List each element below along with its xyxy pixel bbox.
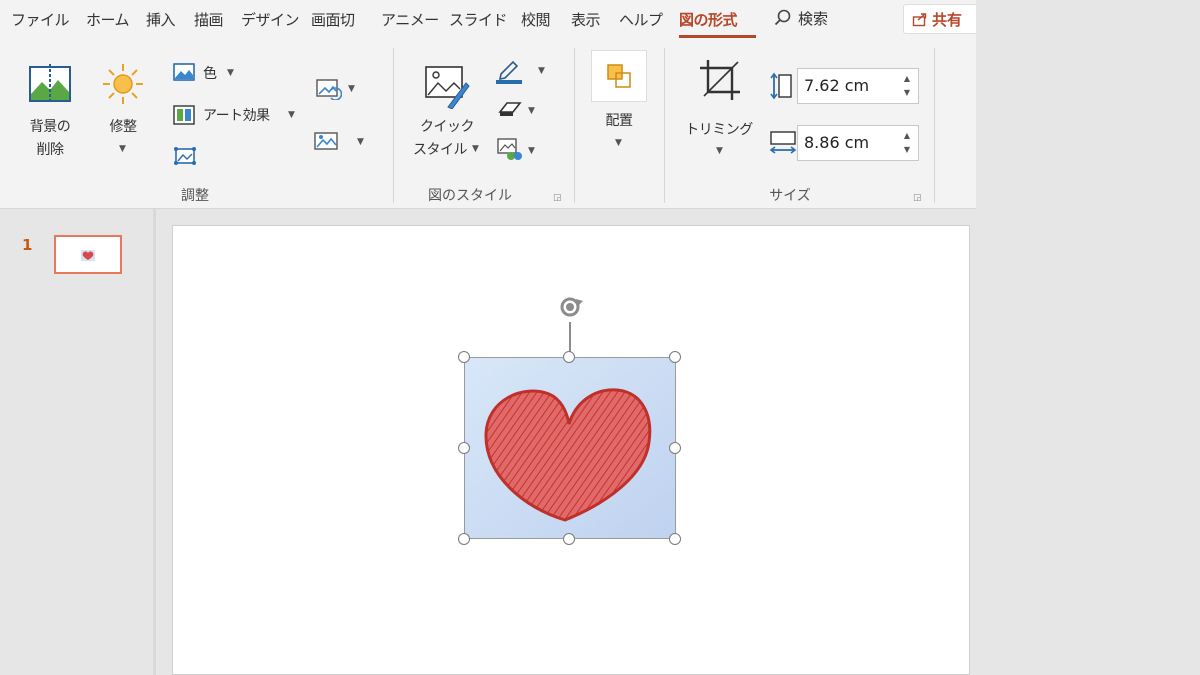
quick-styles-label-2: スタイル	[413, 142, 468, 158]
tab-draw[interactable]: 描画	[194, 9, 224, 30]
powerpoint-window: ファイル ホーム 挿入 描画 デザイン 画面切 アニメー スライド 校閲 表示 …	[0, 0, 983, 675]
slide-thumbnail-panel	[0, 209, 152, 675]
height-field[interactable]: 7.62 cm ▲ ▼	[797, 68, 919, 104]
change-picture-icon[interactable]	[316, 78, 342, 100]
resize-handle-left[interactable]	[458, 442, 470, 454]
resize-handle-bottom-right[interactable]	[669, 533, 681, 545]
dialog-launcher-icon[interactable]: ◲	[913, 193, 922, 203]
quick-styles-icon	[425, 66, 470, 109]
share-label: 共有	[932, 11, 963, 29]
tab-picture-format[interactable]: 図の形式	[679, 9, 738, 30]
heart-thumbnail-icon	[81, 250, 95, 261]
chevron-down-icon: ▼	[615, 138, 622, 148]
quick-styles-label-1: クイック	[420, 119, 475, 135]
height-value: 7.62 cm	[804, 76, 870, 95]
dialog-launcher-icon[interactable]: ◲	[553, 193, 562, 203]
chevron-down-icon[interactable]: ▼	[357, 137, 364, 147]
search-label: 検索	[798, 10, 829, 28]
remove-background-label-2: 削除	[36, 142, 65, 158]
tab-slideshow[interactable]: スライド	[449, 9, 508, 30]
spin-down-icon[interactable]: ▼	[904, 145, 910, 154]
selected-picture[interactable]	[464, 357, 676, 539]
tab-home[interactable]: ホーム	[86, 9, 130, 30]
spin-down-icon[interactable]: ▼	[904, 88, 910, 97]
chevron-down-icon[interactable]: ▼	[348, 84, 355, 94]
picture-color-icon	[173, 63, 195, 81]
width-field[interactable]: 8.86 cm ▲ ▼	[797, 125, 919, 161]
chevron-down-icon: ▼	[288, 110, 295, 120]
group-separator	[393, 48, 394, 203]
crop-label: トリミング	[685, 122, 753, 138]
resize-handle-right[interactable]	[669, 442, 681, 454]
share-icon	[912, 13, 927, 27]
reset-picture-icon[interactable]	[314, 130, 340, 152]
tab-help[interactable]: ヘルプ	[619, 9, 663, 30]
group-label-adjust: 調整	[181, 188, 209, 204]
tab-design[interactable]: デザイン	[241, 9, 300, 30]
spin-up-icon[interactable]: ▲	[904, 131, 910, 140]
slide-thumbnail[interactable]	[54, 235, 122, 274]
chevron-down-icon[interactable]: ▼	[538, 66, 545, 76]
artistic-effects-icon	[173, 105, 195, 125]
panel-splitter[interactable]	[153, 209, 156, 675]
search-icon	[774, 9, 791, 26]
tab-view[interactable]: 表示	[571, 9, 601, 30]
tab-review[interactable]: 校閲	[521, 9, 551, 30]
rotate-icon[interactable]	[556, 292, 586, 322]
resize-handle-bottom[interactable]	[563, 533, 575, 545]
transparency-icon[interactable]	[173, 146, 197, 166]
resize-handle-bottom-left[interactable]	[458, 533, 470, 545]
picture-border-icon[interactable]	[495, 58, 523, 84]
chevron-down-icon: ▼	[227, 68, 234, 78]
chevron-down-icon: ▼	[472, 144, 479, 154]
resize-handle-top-right[interactable]	[669, 351, 681, 363]
heart-drawing	[465, 358, 675, 538]
remove-background-label-1: 背景の	[29, 119, 71, 135]
tab-file[interactable]: ファイル	[11, 9, 70, 30]
crop-icon	[700, 60, 740, 100]
group-separator	[664, 48, 665, 203]
ribbon-tab-bar: ファイル ホーム 挿入 描画 デザイン 画面切 アニメー スライド 校閲 表示 …	[0, 0, 983, 40]
chevron-down-icon[interactable]: ▼	[528, 146, 535, 156]
search-box[interactable]: 検索	[774, 8, 828, 29]
arrange-label: 配置	[605, 113, 634, 129]
height-icon	[770, 72, 792, 100]
resize-handle-top-left[interactable]	[458, 351, 470, 363]
group-separator	[934, 48, 935, 203]
picture-effects-icon[interactable]	[497, 98, 523, 120]
share-button[interactable]: 共有	[903, 4, 983, 34]
remove-background-icon	[29, 64, 71, 104]
active-tab-underline	[679, 35, 756, 38]
chevron-down-icon[interactable]: ▼	[528, 106, 535, 116]
tab-animations[interactable]: アニメー	[381, 9, 439, 30]
group-label-picture-styles: 図のスタイル	[428, 188, 512, 204]
corrections-label: 修整	[109, 119, 138, 135]
arrange-icon	[607, 64, 631, 88]
artistic-effects-label: アート効果	[203, 108, 270, 124]
color-label: 色	[203, 66, 217, 82]
resize-handle-top[interactable]	[563, 351, 575, 363]
tab-transitions[interactable]: 画面切	[311, 9, 355, 30]
group-separator	[574, 48, 575, 203]
group-label-size: サイズ	[769, 188, 811, 204]
background-padding	[976, 0, 1200, 675]
chevron-down-icon: ▼	[119, 144, 126, 154]
sun-icon	[103, 64, 143, 104]
ribbon: 背景の 削除 修整 ▼ 色 ▼ アート効果 ▼ ▼ ▼ 調整 クイック スタイル…	[0, 40, 976, 209]
width-value: 8.86 cm	[804, 133, 870, 152]
arrange-icon-box	[591, 50, 647, 102]
chevron-down-icon: ▼	[716, 146, 723, 156]
width-icon	[769, 131, 797, 154]
picture-layout-icon[interactable]	[497, 138, 523, 162]
spin-up-icon[interactable]: ▲	[904, 74, 910, 83]
slide-number: 1	[22, 236, 33, 254]
tab-insert[interactable]: 挿入	[146, 9, 176, 30]
